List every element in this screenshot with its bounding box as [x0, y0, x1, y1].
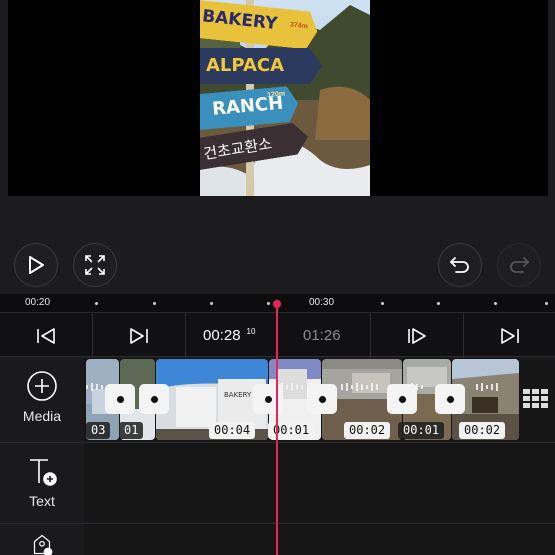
preview-frame: BAKERY 374m ALPACA RANCH 120m 건초교환소 242m [200, 0, 370, 196]
playhead-handle[interactable] [273, 300, 281, 308]
nav-divider [185, 313, 186, 358]
ruler-tick [494, 302, 497, 305]
current-timecode: 00:28 10 [203, 313, 255, 358]
ruler-tick [381, 302, 384, 305]
track-end-button[interactable] [520, 384, 552, 414]
ruler-tick [267, 302, 270, 305]
playhead-line[interactable] [276, 300, 278, 555]
transition-button[interactable] [387, 384, 417, 414]
clip-duration: 00:02 [344, 422, 391, 439]
clip-duration: 01 [119, 422, 144, 439]
clip-duration: 00:01 [398, 422, 445, 439]
redo-icon [510, 257, 529, 273]
undo-button[interactable] [438, 243, 482, 287]
media-label: Media [22, 408, 62, 424]
fullscreen-icon [85, 255, 105, 275]
transition-button[interactable] [139, 384, 169, 414]
media-track-button[interactable]: Media [0, 358, 84, 441]
current-frames: 10 [246, 327, 256, 336]
ruler-tick [153, 302, 156, 305]
clip-duration: 00:02 [459, 422, 506, 439]
next-frame-button[interactable] [371, 313, 463, 358]
current-time: 00:28 [203, 327, 241, 344]
play-button[interactable] [14, 243, 58, 287]
undo-icon [450, 257, 469, 273]
sticker-track[interactable] [84, 523, 555, 555]
svg-text:BAKERY: BAKERY [224, 391, 252, 399]
sign-alpaca: ALPACA [200, 48, 322, 84]
transition-dot [446, 395, 454, 403]
transition-button[interactable] [105, 384, 135, 414]
transition-dot [150, 395, 158, 403]
clip-duration: 03 [86, 422, 111, 439]
total-time: 01:26 [303, 327, 341, 344]
video-editor-app: BAKERY 374m ALPACA RANCH 120m 건초교환소 242m [0, 0, 555, 555]
text-track[interactable] [84, 442, 555, 522]
transition-dot [398, 395, 406, 403]
text-track-button[interactable]: Text [0, 442, 84, 522]
ruler-tick [95, 302, 98, 305]
skip-start-icon [37, 327, 55, 344]
add-sticker-icon [33, 534, 53, 555]
fullscreen-button[interactable] [73, 243, 117, 287]
ruler-label: 00:30 [309, 297, 335, 308]
ruler-tick [437, 302, 440, 305]
previous-frame-button[interactable] [93, 313, 185, 358]
transition-dot [264, 395, 272, 403]
ruler-label: 00:20 [25, 297, 51, 308]
redo-button[interactable] [497, 243, 541, 287]
jump-to-end-button[interactable] [464, 313, 555, 358]
transition-button[interactable] [307, 384, 337, 414]
transition-button[interactable] [435, 384, 465, 414]
total-timecode: 01:26 [303, 313, 341, 358]
ruler-tick [545, 302, 548, 305]
add-media-icon [27, 371, 57, 401]
text-label: Text [29, 493, 55, 509]
transition-dot [318, 395, 326, 403]
step-back-icon [130, 327, 148, 344]
skip-end-icon [500, 327, 519, 344]
clip-duration: 00:01 [268, 422, 315, 439]
grid-icon [523, 389, 548, 408]
jump-to-start-button[interactable] [0, 313, 92, 358]
sticker-track-button[interactable] [0, 523, 84, 555]
step-forward-icon [408, 327, 426, 344]
video-preview[interactable]: BAKERY 374m ALPACA RANCH 120m 건초교환소 242m [8, 0, 548, 196]
clip-duration: 00:04 [209, 422, 256, 439]
ruler-tick [210, 302, 213, 305]
add-text-icon [30, 459, 57, 486]
transition-dot [116, 395, 124, 403]
play-icon [29, 256, 44, 274]
transition-button[interactable] [253, 384, 283, 414]
